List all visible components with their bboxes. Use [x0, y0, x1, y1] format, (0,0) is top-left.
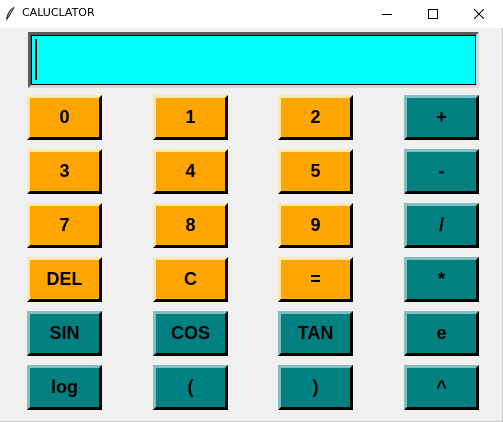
add-button[interactable]: + [404, 95, 479, 140]
digit-0-button[interactable]: 0 [27, 95, 102, 140]
digit-7-button[interactable]: 7 [27, 203, 102, 248]
minimize-button[interactable] [364, 0, 410, 28]
calculator-window: CALUCLATOR 0 1 2 + 3 4 5 - 7 8 9 / DEL C… [0, 0, 503, 422]
close-paren-button[interactable]: ) [278, 365, 353, 410]
clear-button[interactable]: C [153, 257, 228, 302]
multiply-button[interactable]: * [404, 257, 479, 302]
open-paren-button[interactable]: ( [153, 365, 228, 410]
digit-4-button[interactable]: 4 [153, 149, 228, 194]
minimize-icon [382, 14, 392, 15]
close-button[interactable] [456, 0, 502, 28]
divide-button[interactable]: / [404, 203, 479, 248]
cos-button[interactable]: COS [153, 311, 228, 356]
feather-icon [6, 6, 15, 20]
digit-2-button[interactable]: 2 [278, 95, 353, 140]
power-button[interactable]: ^ [404, 365, 479, 410]
sin-button[interactable]: SIN [27, 311, 102, 356]
equals-button[interactable]: = [278, 257, 353, 302]
title-bar[interactable]: CALUCLATOR [0, 0, 503, 28]
subtract-button[interactable]: - [404, 149, 479, 194]
close-icon [474, 9, 484, 19]
tan-button[interactable]: TAN [278, 311, 353, 356]
delete-button[interactable]: DEL [27, 257, 102, 302]
digit-1-button[interactable]: 1 [153, 95, 228, 140]
window-title: CALUCLATOR [22, 6, 95, 19]
digit-9-button[interactable]: 9 [278, 203, 353, 248]
euler-e-button[interactable]: e [404, 311, 479, 356]
maximize-button[interactable] [410, 0, 456, 28]
digit-3-button[interactable]: 3 [27, 149, 102, 194]
digit-8-button[interactable]: 8 [153, 203, 228, 248]
text-caret [35, 39, 37, 80]
display-entry[interactable] [28, 32, 479, 88]
maximize-icon [428, 9, 438, 19]
digit-5-button[interactable]: 5 [278, 149, 353, 194]
log-button[interactable]: log [27, 365, 102, 410]
